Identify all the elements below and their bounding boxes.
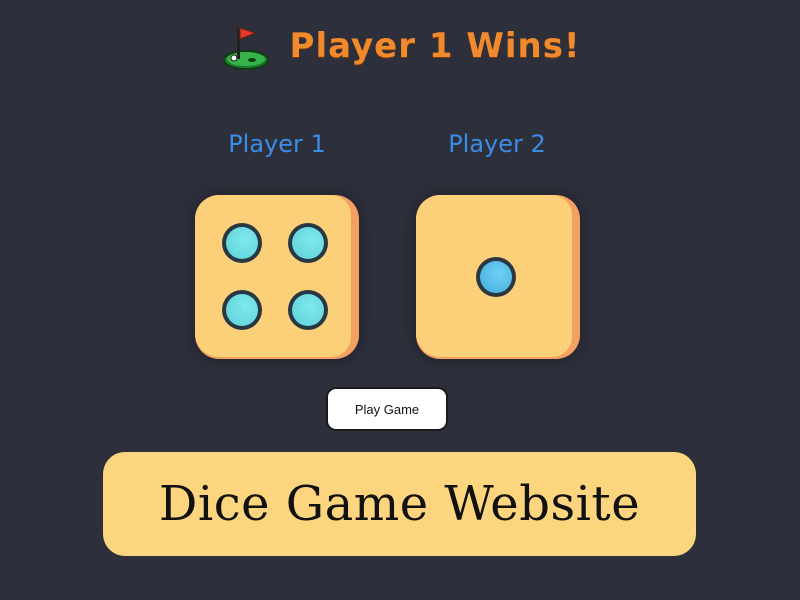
die-pip bbox=[288, 290, 328, 330]
player-1-label: Player 1 bbox=[228, 130, 326, 158]
die-face bbox=[195, 195, 351, 357]
banner-title: Dice Game Website bbox=[158, 476, 641, 532]
die-face bbox=[416, 195, 572, 357]
die-pip bbox=[222, 290, 262, 330]
die-pip bbox=[288, 223, 328, 263]
die-pip bbox=[222, 223, 262, 263]
winner-headline: Player 1 Wins! bbox=[0, 22, 800, 70]
player-1-die bbox=[195, 195, 359, 359]
player-2-die bbox=[416, 195, 580, 359]
play-game-button[interactable]: Play Game bbox=[326, 387, 448, 431]
player-2-label: Player 2 bbox=[448, 130, 546, 158]
golf-flag-icon bbox=[222, 27, 269, 70]
headline-text: Player 1 Wins! bbox=[289, 26, 581, 66]
title-banner: Dice Game Website bbox=[103, 452, 696, 556]
die-pip bbox=[476, 257, 516, 297]
